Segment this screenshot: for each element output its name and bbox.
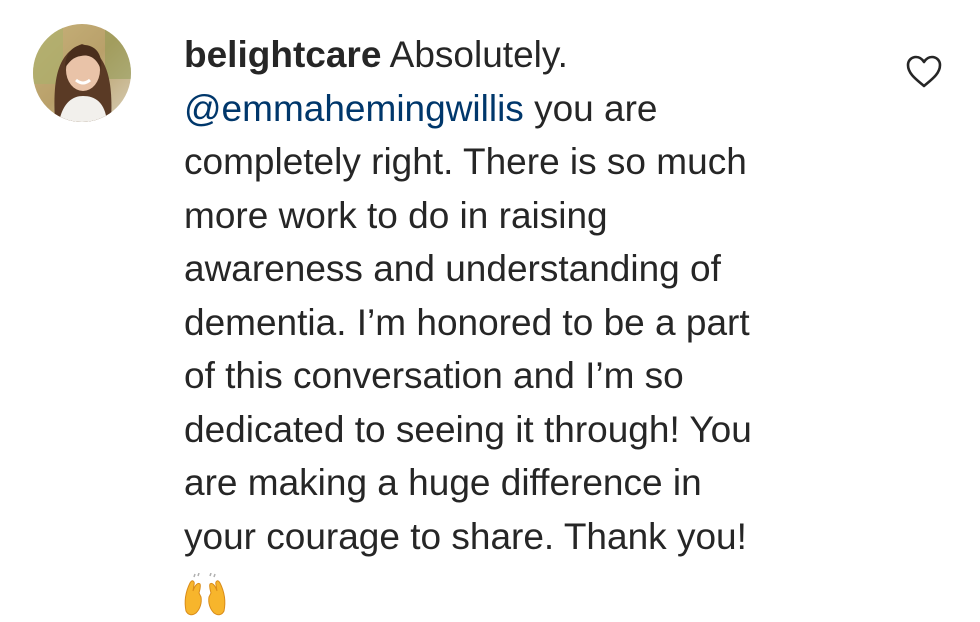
comment-line-4: more work to do in raising	[184, 194, 608, 236]
comment-line-6: dementia. I’m honored to be a part	[184, 301, 750, 343]
comment-line-5: awareness and understanding of	[184, 248, 721, 289]
comment-line-10: your courage to share. Thank you!	[184, 515, 747, 557]
avatar[interactable]	[33, 24, 131, 122]
comment-username[interactable]: belightcare	[184, 34, 381, 75]
comment-line-3: completely right. There is so much	[184, 141, 747, 182]
heart-outline-icon	[906, 55, 942, 88]
comment-line-8: dedicated to seeing it through! You	[184, 408, 752, 450]
comment-line-9: are making a huge difference in	[184, 462, 702, 503]
like-button[interactable]	[905, 54, 943, 90]
comment-line-1: belightcare Absolutely.	[184, 28, 884, 82]
mention-link[interactable]: @emmahemingwillis	[184, 88, 524, 129]
comment-line-2: @emmahemingwillis you are	[184, 82, 884, 136]
comment-line-7: of this conversation and I’m so	[184, 355, 684, 396]
profile-photo	[33, 24, 131, 122]
raising-hands-icon	[184, 563, 884, 622]
comment-text: you are	[534, 87, 658, 129]
comment-text: Absolutely.	[389, 34, 568, 75]
comment-body: belightcare Absolutely. @emmahemingwilli…	[184, 28, 884, 622]
comment: belightcare Absolutely. @emmahemingwilli…	[0, 0, 980, 622]
